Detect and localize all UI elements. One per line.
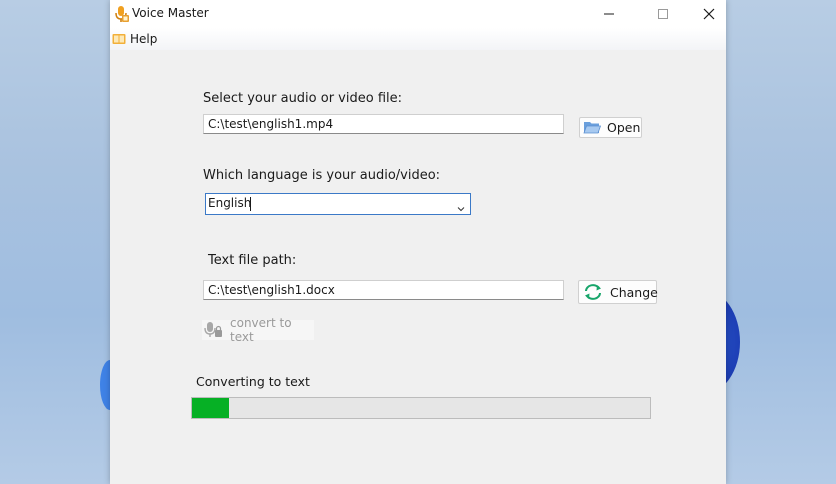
menu-help[interactable]: Help: [112, 30, 157, 48]
convert-to-text-button[interactable]: convert to text: [202, 316, 314, 344]
title-bar[interactable]: Voice Master: [110, 0, 726, 28]
book-icon: [112, 33, 126, 45]
minimize-button[interactable]: [586, 0, 632, 28]
convert-to-text-label: convert to text: [230, 316, 292, 344]
language-select-value: English: [208, 196, 252, 210]
progress-label: Converting to text: [196, 374, 310, 389]
text-caret: [250, 197, 251, 211]
menu-bar: Help: [110, 28, 726, 50]
output-path-label: Text file path:: [208, 253, 297, 268]
file-select-label: Select your audio or video file:: [203, 91, 403, 106]
minimize-icon: [604, 13, 614, 15]
chevron-down-icon: [456, 199, 466, 218]
app-window: Voice Master Help Select your audio or v…: [110, 0, 726, 484]
language-select[interactable]: English: [205, 193, 471, 215]
progress-bar: [191, 397, 651, 419]
output-path-input[interactable]: C:\test\english1.docx: [203, 280, 564, 300]
progress-bar-fill: [192, 398, 229, 418]
open-button-label: Open: [607, 120, 641, 135]
microphone-icon: [113, 5, 129, 23]
refresh-arrows-icon: [582, 283, 604, 301]
close-button[interactable]: [686, 0, 732, 28]
window-title: Voice Master: [132, 6, 209, 20]
language-label: Which language is your audio/video:: [203, 168, 441, 183]
menu-help-label: Help: [130, 32, 158, 46]
maximize-icon: [658, 9, 668, 19]
change-button[interactable]: Change: [578, 280, 658, 304]
open-button[interactable]: Open: [579, 117, 642, 138]
folder-icon: [583, 120, 601, 135]
file-path-input[interactable]: C:\test\english1.mp4: [203, 114, 564, 134]
close-icon: [703, 8, 715, 20]
maximize-button[interactable]: [640, 0, 686, 28]
microphone-lock-icon: [204, 321, 224, 339]
change-button-label: Change: [610, 284, 658, 300]
